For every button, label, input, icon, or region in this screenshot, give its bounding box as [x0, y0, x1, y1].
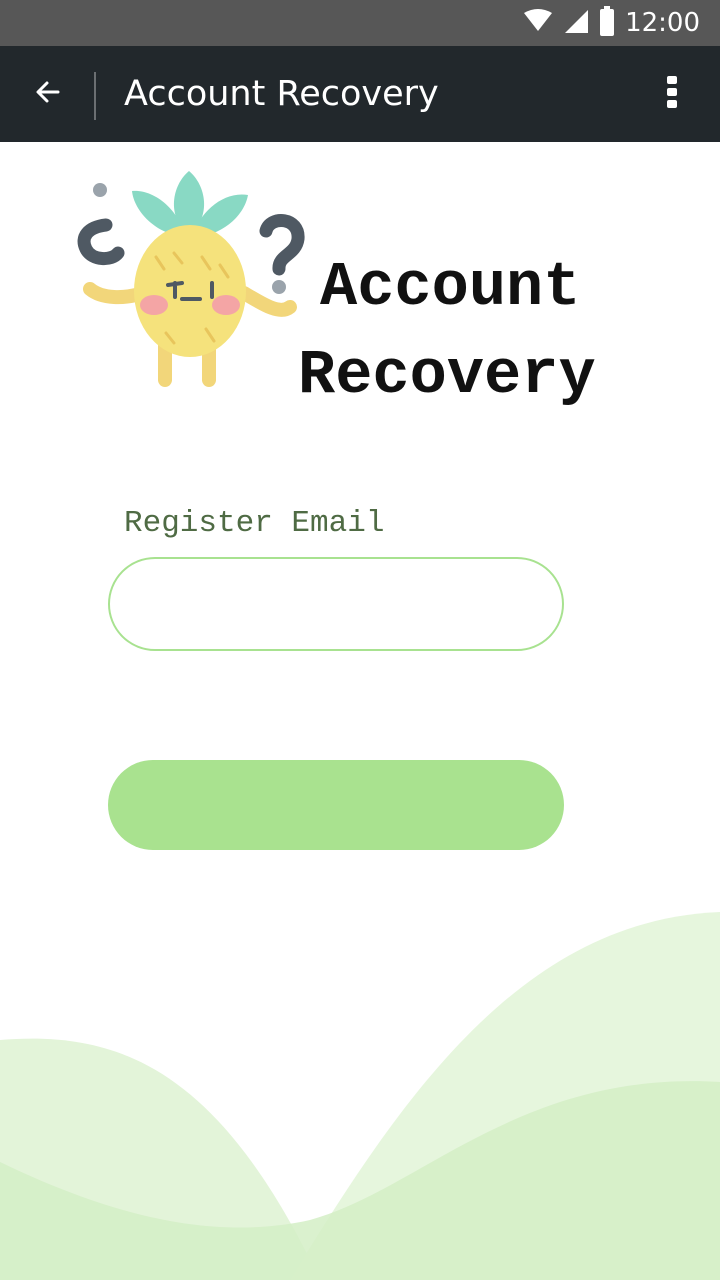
background-waves	[0, 912, 720, 1280]
email-label: Register Email	[124, 506, 385, 541]
email-field[interactable]	[108, 557, 564, 651]
page-title: Account Recovery	[124, 74, 439, 114]
status-time: 12:00	[625, 8, 700, 38]
app-bar: Account Recovery	[0, 46, 720, 142]
submit-button[interactable]	[108, 760, 564, 850]
arrow-left-icon	[34, 78, 62, 110]
status-icons: 12:00	[523, 0, 700, 46]
logo-text-line1: Account	[320, 252, 581, 323]
pineapple-logo-icon	[77, 171, 305, 387]
overflow-menu-button[interactable]	[658, 74, 686, 114]
back-button[interactable]	[20, 70, 76, 118]
wifi-icon	[523, 9, 553, 37]
logo-text: Account Recovery	[298, 244, 596, 420]
status-bar: 12:00	[0, 0, 720, 46]
app-bar-divider	[94, 72, 96, 120]
battery-icon	[599, 6, 615, 40]
more-vertical-icon	[666, 75, 678, 113]
logo-text-line2: Recovery	[298, 340, 596, 411]
signal-icon	[563, 8, 589, 38]
